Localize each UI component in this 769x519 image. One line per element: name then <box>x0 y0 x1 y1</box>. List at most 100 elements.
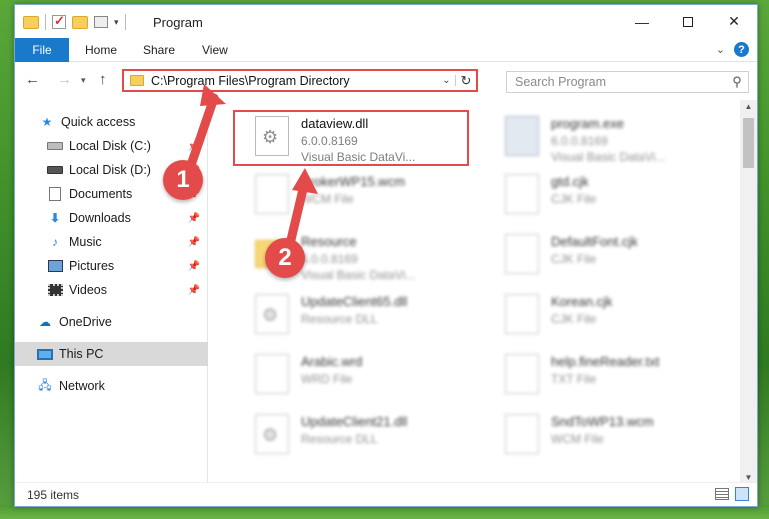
sidebar-item-music[interactable]: ♪ Music 📌 <box>15 230 208 254</box>
new-folder-icon[interactable] <box>72 15 88 29</box>
drive-icon <box>47 139 63 153</box>
sidebar-item-network[interactable]: 🖧 Network <box>15 374 208 398</box>
file-type: WRD File <box>301 372 353 386</box>
file-name: program.exe <box>551 116 624 131</box>
file-name: SndToWP13.wcm <box>551 414 654 429</box>
sidebar-item-this-pc[interactable]: This PC <box>15 342 208 366</box>
search-input[interactable] <box>515 75 726 89</box>
sidebar-item-label: This PC <box>59 347 104 361</box>
sidebar-item-label: Local Disk (D:) <box>69 163 151 177</box>
help-icon[interactable]: ? <box>734 42 749 57</box>
file-item[interactable]: help.fineReader.txt TXT File <box>483 348 718 402</box>
network-icon: 🖧 <box>38 377 52 392</box>
sidebar-item-label: Local Disk (C:) <box>69 139 151 153</box>
background-grass <box>0 505 769 519</box>
sidebar-item-downloads[interactable]: ⬇ Downloads 📌 <box>15 206 208 230</box>
file-description: Visual Basic DataVi... <box>301 268 416 282</box>
expand-ribbon-chevron-icon[interactable]: ⌄ <box>716 43 725 56</box>
item-count: 195 items <box>27 488 80 502</box>
up-button[interactable]: ↑ <box>99 71 107 88</box>
back-button[interactable]: ← <box>25 71 40 88</box>
file-name: UpdateClient21.dll <box>301 414 408 429</box>
file-name: BrokerWP15.wcm <box>301 174 406 189</box>
sidebar-item-label: Pictures <box>69 259 115 273</box>
file-type: CJK File <box>551 192 597 206</box>
search-icon[interactable]: ⚲ <box>726 74 748 90</box>
pin-icon[interactable]: 📌 <box>188 237 200 248</box>
file-icon <box>505 234 539 274</box>
file-version: 6.0.0.8169 <box>551 134 608 148</box>
file-type: Resource DLL <box>301 312 378 326</box>
details-view-icon[interactable] <box>715 488 729 500</box>
file-item[interactable]: UpdateClient21.dll Resource DLL <box>233 408 468 462</box>
sidebar-item-label: Network <box>59 379 105 393</box>
sidebar-item-quick-access[interactable]: ★ Quick access <box>15 110 208 134</box>
pin-icon[interactable]: 📌 <box>188 261 200 272</box>
tab-share[interactable]: Share <box>143 43 175 57</box>
dll-icon <box>255 414 289 454</box>
pin-icon[interactable]: 📌 <box>188 141 200 152</box>
address-path[interactable]: C:\Program Files\Program Directory <box>151 74 438 88</box>
file-item[interactable]: Korean.cjk CJK File <box>483 288 718 342</box>
step-marker-2: 2 <box>265 238 305 278</box>
music-icon: ♪ <box>52 235 58 249</box>
scroll-thumb[interactable] <box>743 118 754 168</box>
vertical-scrollbar[interactable]: ▲ ▼ <box>740 100 757 484</box>
file-version: 6.0.0.8169 <box>301 252 358 266</box>
quick-access-toolbar: ▾ <box>23 13 126 30</box>
sidebar-item-local-disk-c[interactable]: Local Disk (C:) 📌 <box>15 134 208 158</box>
maximize-icon <box>683 16 693 27</box>
explorer-window: ▾ Program — ✕ File Home Share View ⌄ ? ←… <box>14 4 758 507</box>
minimize-button[interactable]: — <box>619 5 665 38</box>
large-icons-view-icon[interactable] <box>735 487 749 501</box>
pin-icon[interactable]: 📌 <box>188 285 200 296</box>
sidebar-item-label: Downloads <box>69 211 131 225</box>
properties-icon[interactable] <box>94 16 108 28</box>
forward-button[interactable]: → <box>57 71 72 88</box>
properties-check-icon[interactable] <box>52 13 66 29</box>
address-dropdown-chevron-icon[interactable]: ⌄ <box>438 75 456 86</box>
file-name: UpdateClient65.dll <box>301 294 408 309</box>
scroll-up-arrow-icon[interactable]: ▲ <box>740 102 757 111</box>
scroll-down-arrow-icon[interactable]: ▼ <box>740 473 757 482</box>
star-icon: ★ <box>41 115 53 129</box>
ribbon: File Home Share View ⌄ ? <box>15 38 757 62</box>
pin-icon[interactable]: 📌 <box>188 213 200 224</box>
file-item[interactable]: SndToWP13.wcm WCM File <box>483 408 718 462</box>
folder-icon[interactable] <box>23 15 39 29</box>
dll-icon <box>255 294 289 334</box>
search-box[interactable]: ⚲ <box>506 71 749 93</box>
tab-file[interactable]: File <box>15 38 69 62</box>
file-name: Korean.cjk <box>551 294 613 309</box>
toolbar-separator <box>124 14 126 30</box>
address-bar[interactable]: C:\Program Files\Program Directory ⌄ ↻ <box>122 69 478 92</box>
sidebar-item-onedrive[interactable]: ☁ OneDrive <box>15 310 208 334</box>
sidebar-item-label: OneDrive <box>59 315 112 329</box>
refresh-button[interactable]: ↻ <box>456 73 476 89</box>
sidebar-item-label: Quick access <box>61 115 136 129</box>
tab-view[interactable]: View <box>202 43 228 57</box>
file-item[interactable]: BrokerWP15.wcm WCM File <box>233 168 468 222</box>
cloud-icon: ☁ <box>39 315 51 329</box>
file-type: Resource DLL <box>301 432 378 446</box>
file-item[interactable]: UpdateClient65.dll Resource DLL <box>233 288 468 342</box>
sidebar-item-videos[interactable]: Videos 📌 <box>15 278 208 302</box>
navigation-pane: ★ Quick access Local Disk (C:) 📌 Local D… <box>15 100 208 484</box>
close-button[interactable]: ✕ <box>711 5 757 38</box>
file-name: Resource <box>301 234 357 249</box>
maximize-button[interactable] <box>665 5 711 38</box>
file-item[interactable]: gtd.cjk CJK File <box>483 168 718 222</box>
file-item[interactable]: DefaultFont.cjk CJK File <box>483 228 718 282</box>
file-icon <box>505 174 539 214</box>
title-bar: ▾ Program — ✕ <box>15 5 757 38</box>
recent-locations-chevron-icon[interactable]: ▾ <box>81 75 86 86</box>
file-description: Visual Basic DataVi... <box>551 150 666 164</box>
file-item[interactable]: Arabic.wrd WRD File <box>233 348 468 402</box>
customize-toolbar-chevron-icon[interactable]: ▾ <box>114 17 119 28</box>
highlight-box <box>233 110 469 166</box>
file-list: dataview.dll 6.0.0.8169 Visual Basic Dat… <box>215 100 743 484</box>
file-item[interactable]: program.exe 6.0.0.8169 Visual Basic Data… <box>483 110 718 164</box>
file-type: WCM File <box>551 432 604 446</box>
sidebar-item-pictures[interactable]: Pictures 📌 <box>15 254 208 278</box>
tab-home[interactable]: Home <box>85 43 117 57</box>
